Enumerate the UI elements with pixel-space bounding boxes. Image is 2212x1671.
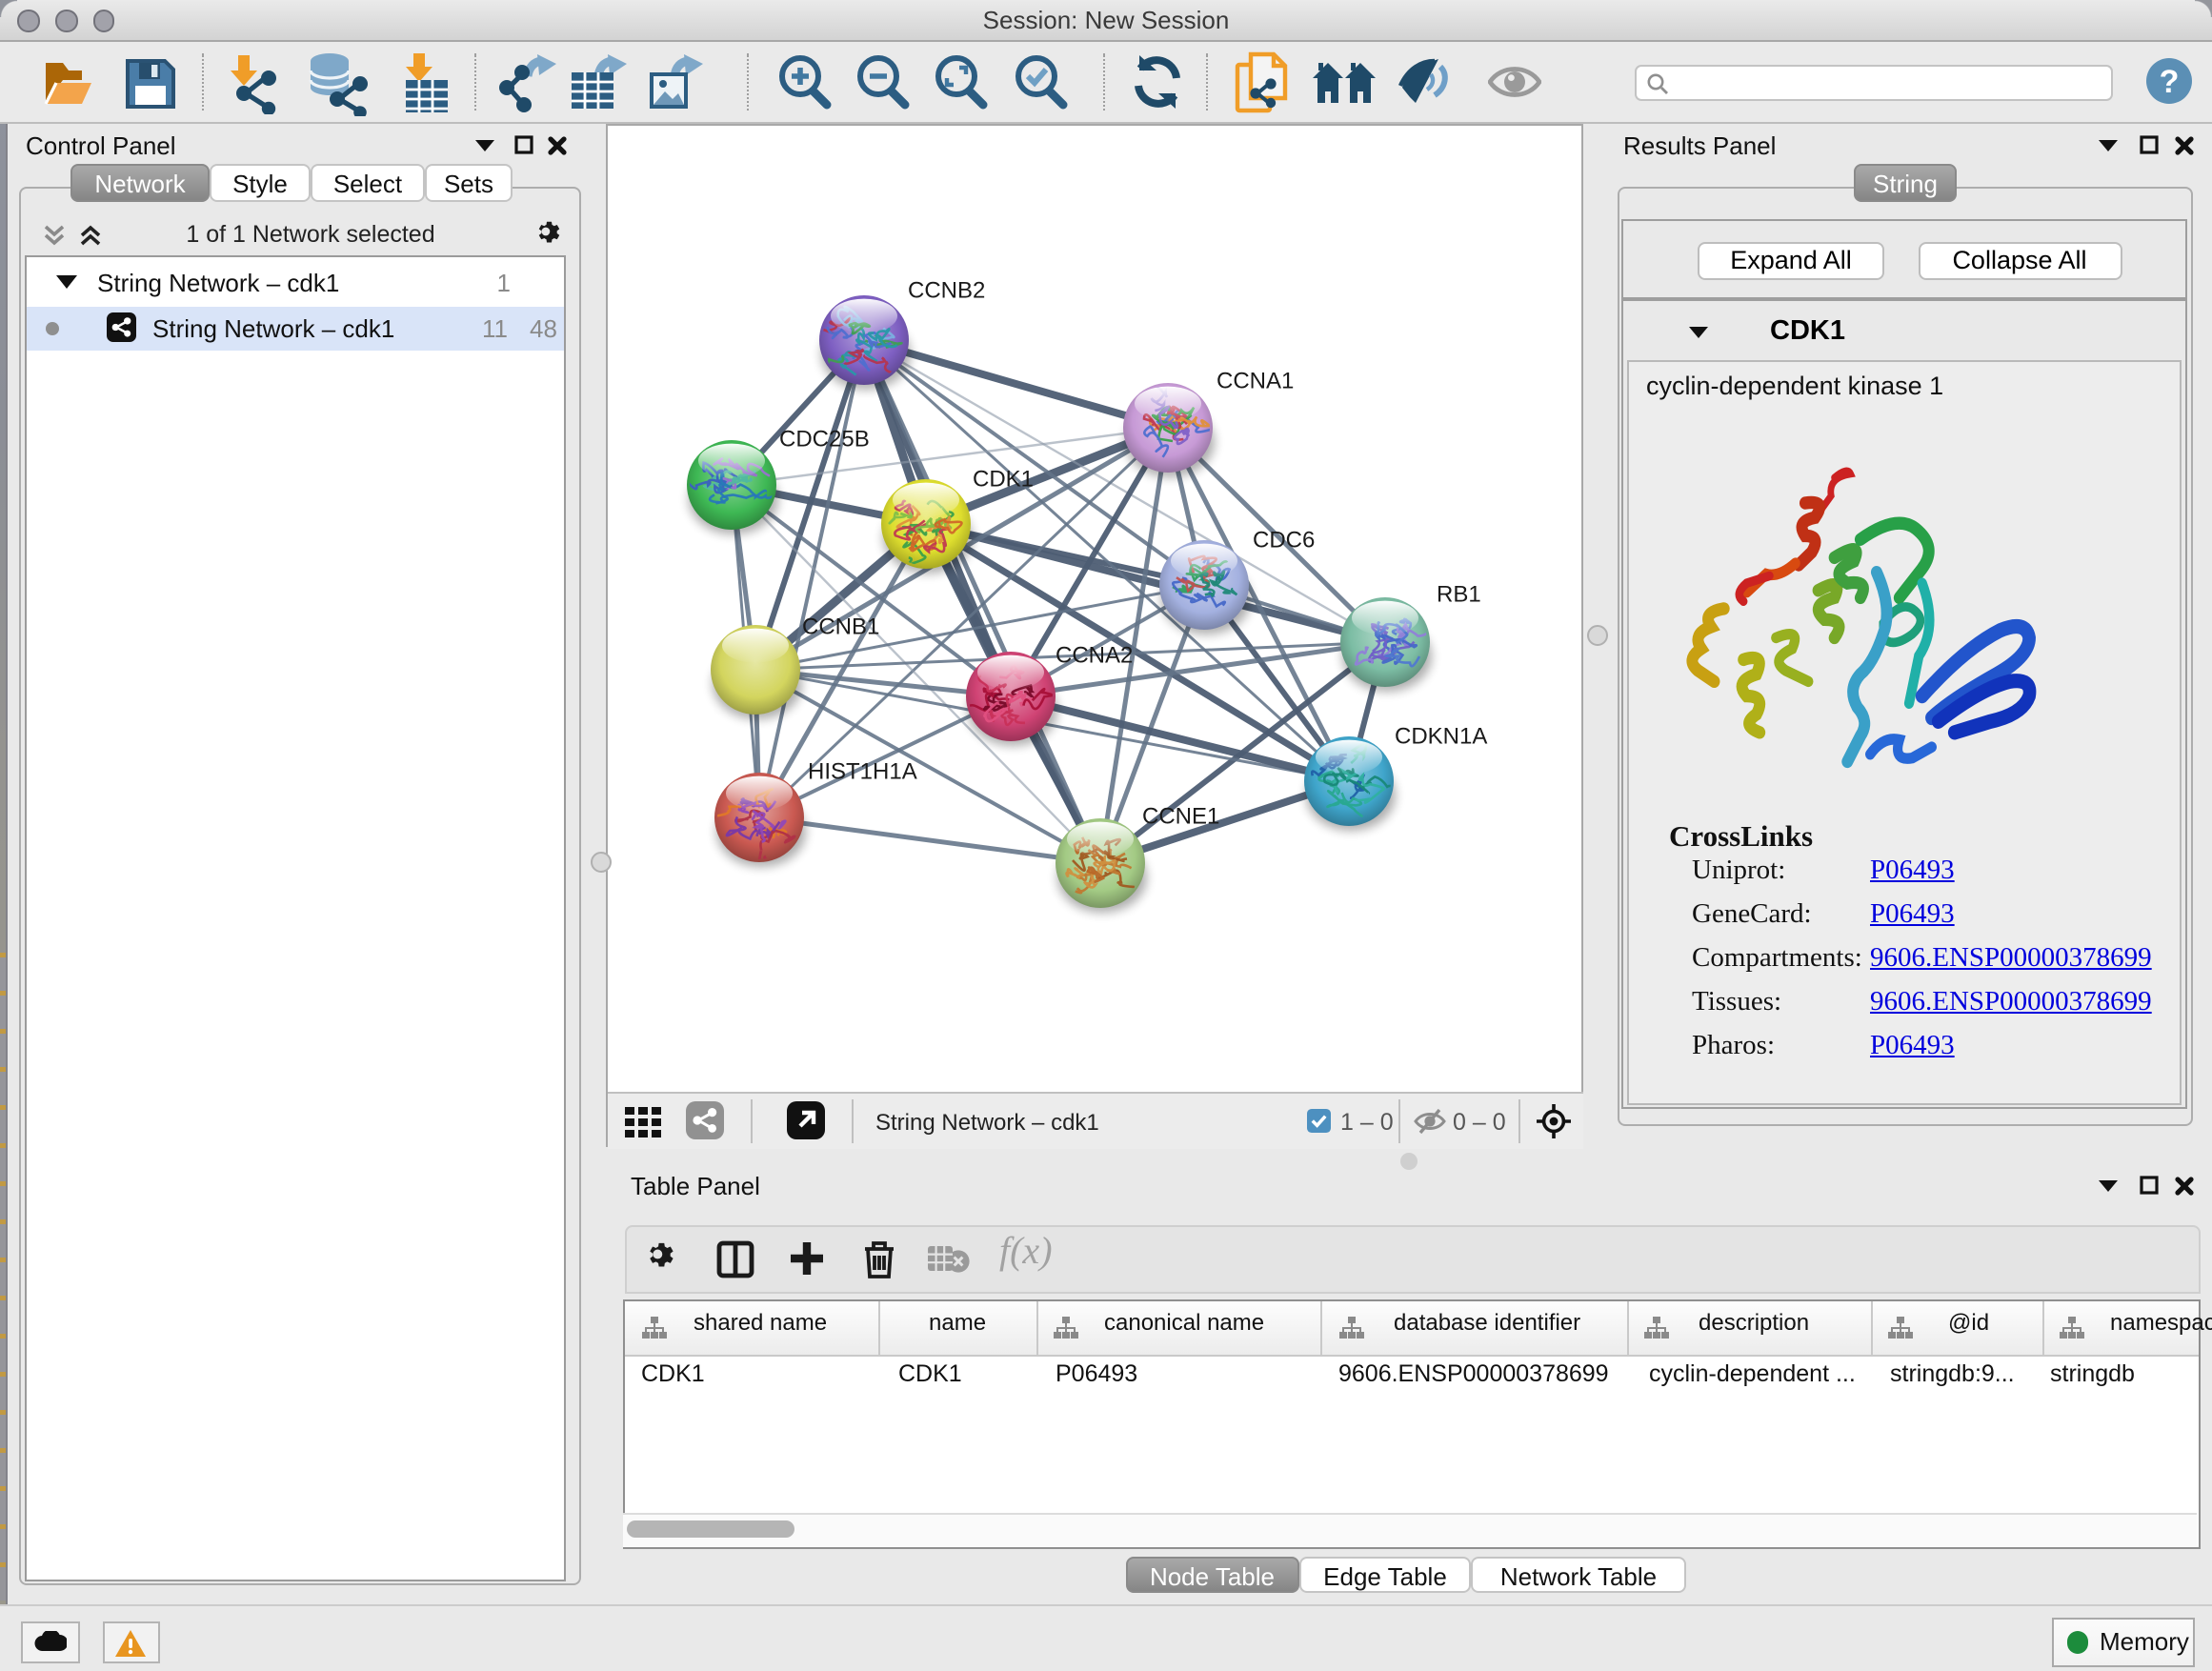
svg-text:RB1: RB1 — [1436, 581, 1480, 607]
svg-text:CCNA1: CCNA1 — [1216, 368, 1293, 393]
svg-text:?: ? — [2160, 64, 2180, 100]
svg-text:CDKN1A: CDKN1A — [1394, 723, 1486, 749]
svg-text:CDC6: CDC6 — [1252, 527, 1314, 553]
svg-text:CCNA2: CCNA2 — [1055, 642, 1132, 668]
svg-text:CDC25B: CDC25B — [778, 426, 869, 452]
svg-text:CCNB1: CCNB1 — [801, 614, 878, 639]
svg-text:CCNE1: CCNE1 — [1141, 803, 1218, 829]
svg-text:HIST1H1A: HIST1H1A — [807, 758, 916, 784]
svg-text:CDK1: CDK1 — [972, 466, 1033, 492]
svg-text:CCNB2: CCNB2 — [907, 277, 984, 303]
